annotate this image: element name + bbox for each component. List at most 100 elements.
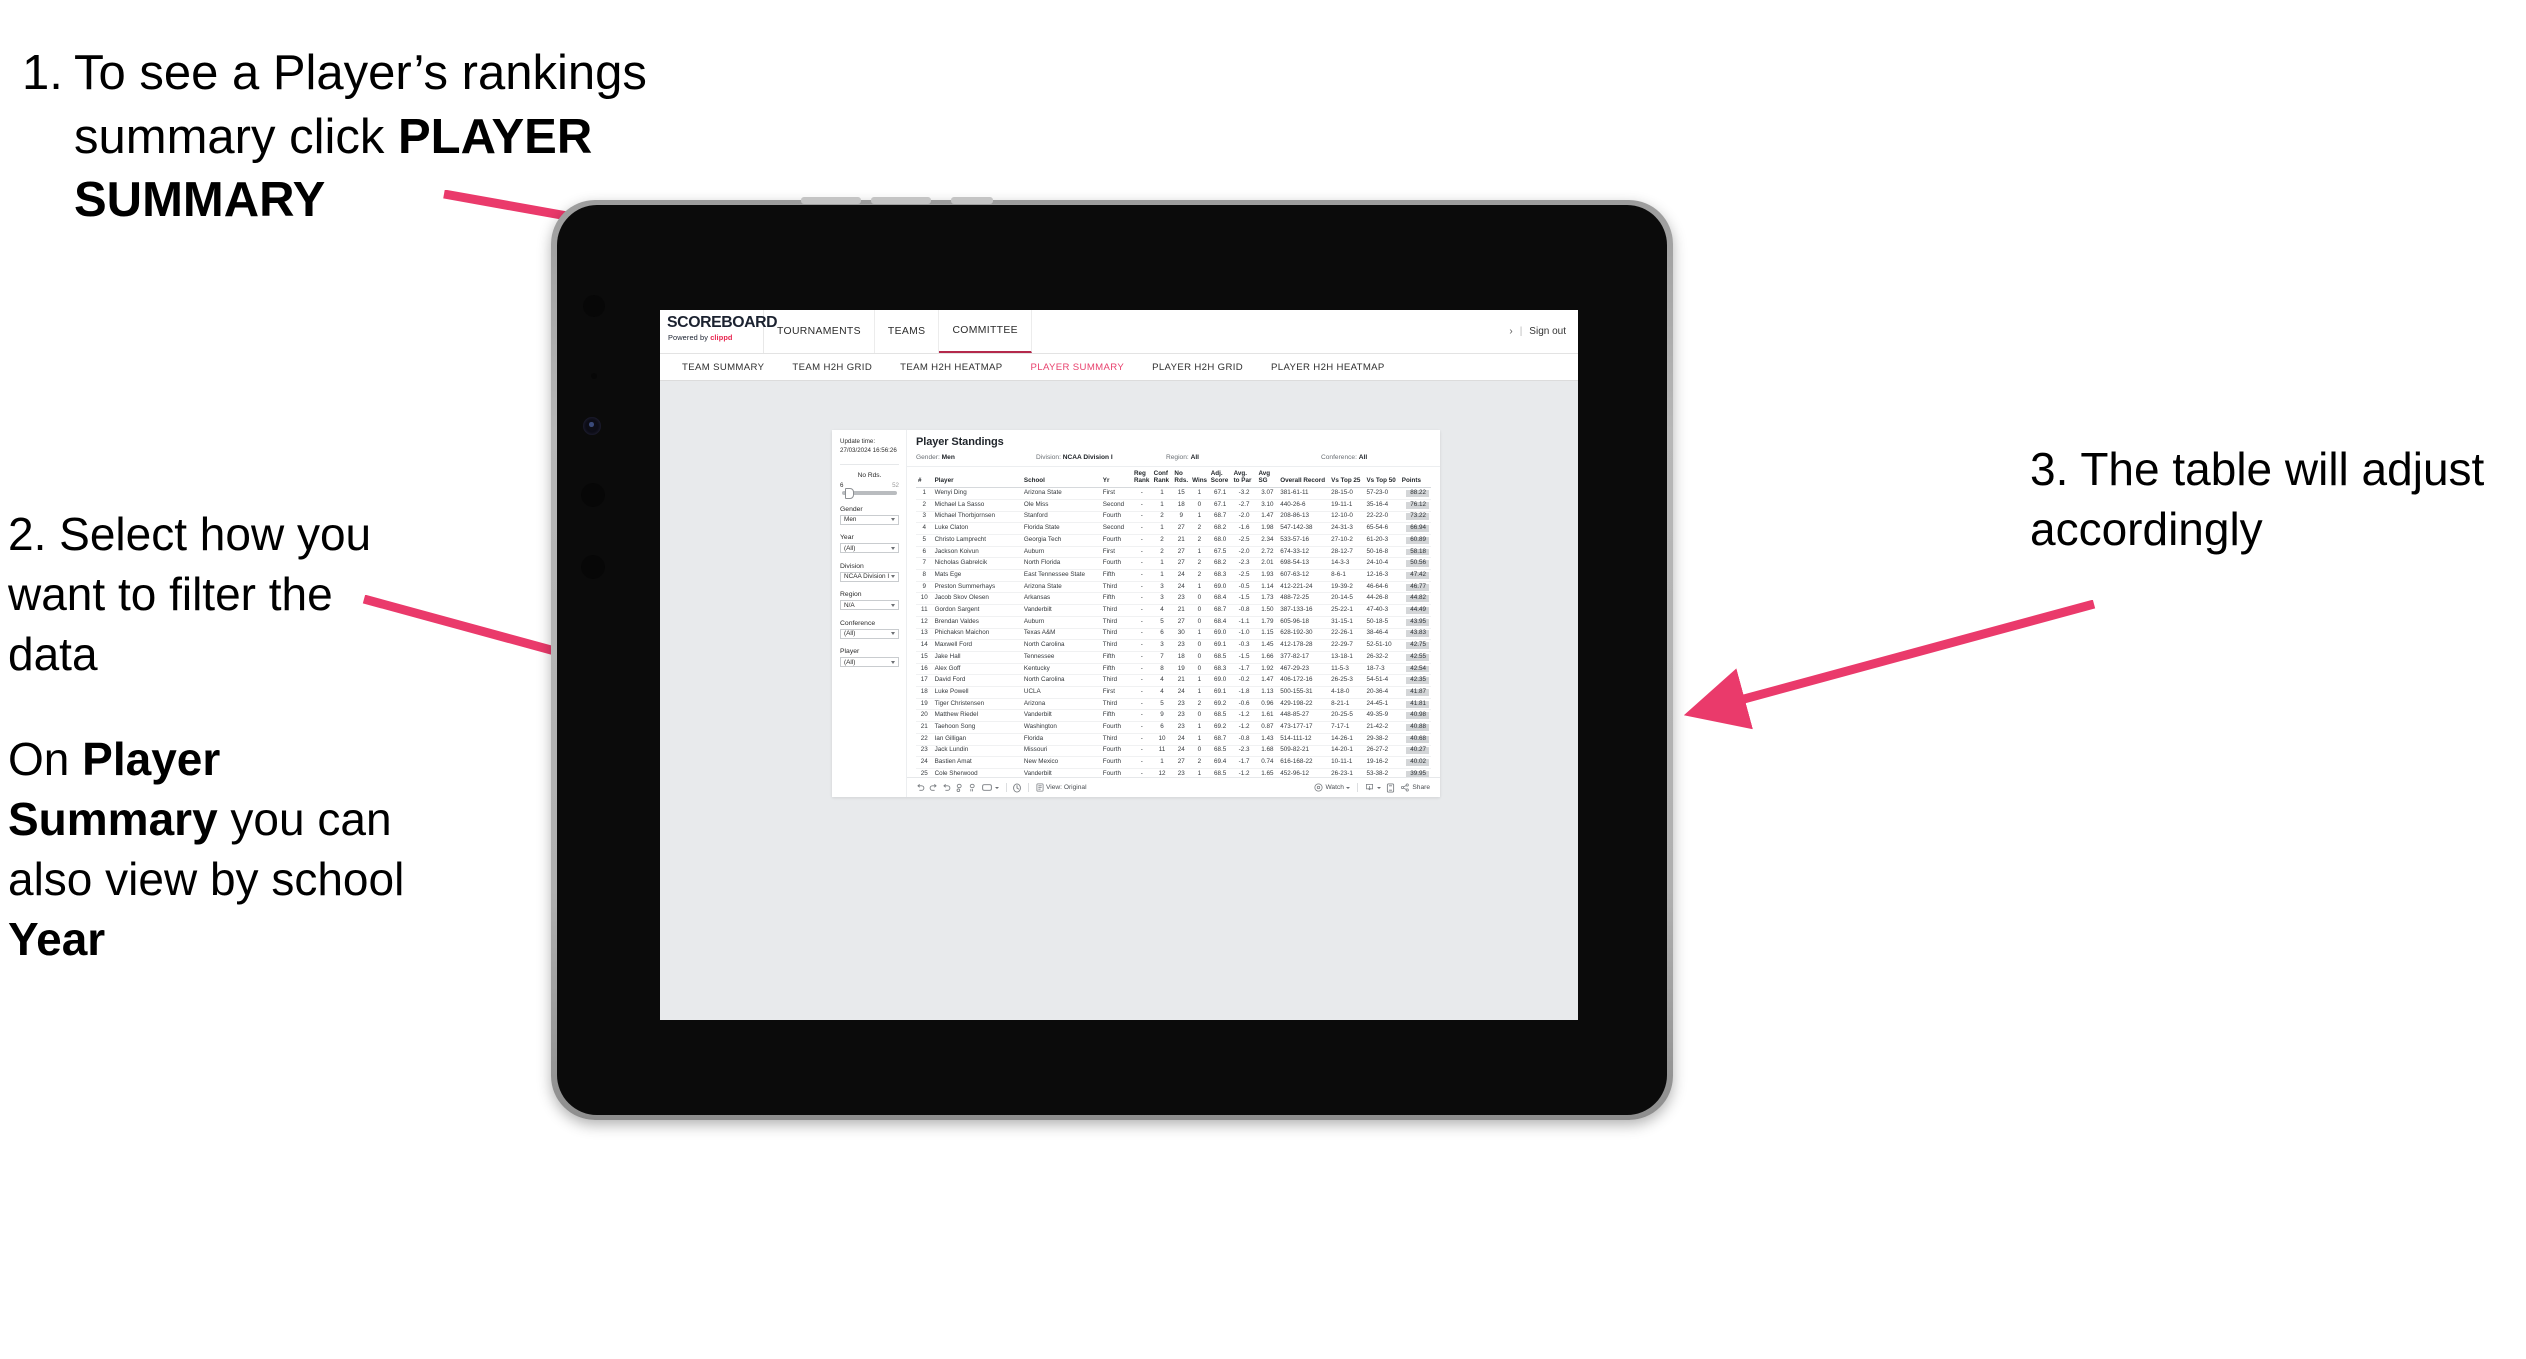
tab-player-h2h-heatmap[interactable]: PLAYER H2H HEATMAP — [1257, 362, 1399, 373]
cell-2: East Tennessee State — [1021, 569, 1101, 582]
table-row[interactable]: 13 Phichaksn Maichon Texas A&M Third -6 30 1 69… — [916, 628, 1431, 641]
filter-year[interactable]: Year (All) — [840, 534, 899, 554]
cell-5: 1 — [1151, 522, 1173, 535]
col-adj-score[interactable]: Adj. Score — [1208, 467, 1232, 489]
table-row[interactable]: 12 Brendan Valdes Auburn Third -5 27 0 68.4 -1.1… — [916, 616, 1431, 629]
table-row[interactable]: 3 Michael Thorbjornsen Stanford Fourth -2 9 1 6… — [916, 511, 1431, 524]
device-preview-dropdown[interactable] — [979, 784, 1002, 791]
table-row[interactable]: 4 Luke Claton Florida State Second -1 27 2 68.2… — [916, 522, 1431, 535]
pause-icon[interactable] — [966, 781, 979, 794]
table-row[interactable]: 5 Christo Lamprecht Georgia Tech Fourth -2 21… — [916, 534, 1431, 547]
full-screen-icon[interactable] — [1384, 781, 1397, 794]
no-rounds-slider-filter[interactable]: No Rds. 6 52 — [840, 472, 899, 500]
nav-item-teams[interactable]: TEAMS — [875, 310, 940, 353]
table-row[interactable]: 18 Luke Powell UCLA First -4 24 1 69.1 -1.8 1.13 5… — [916, 686, 1431, 699]
col-points[interactable]: Points — [1399, 467, 1431, 489]
no-rounds-slider-handle[interactable] — [845, 488, 855, 500]
table-row[interactable]: 8 Mats Ege East Tennessee State Fifth -1 24 2 6… — [916, 569, 1431, 582]
col-overall-record[interactable]: Overall Record — [1278, 467, 1330, 489]
revert-icon[interactable] — [940, 781, 953, 794]
share-button[interactable]: Share — [1397, 783, 1433, 792]
table-row[interactable]: 14 Maxwell Ford North Carolina Third -3 23 0 69… — [916, 639, 1431, 652]
table-row[interactable]: 6 Jackson Koivun Auburn First -2 27 1 67.5 -2.0 2… — [916, 546, 1431, 559]
table-row[interactable]: 11 Gordon Sargent Vanderbilt Third -4 21 0 68.7… — [916, 604, 1431, 617]
col-player[interactable]: Player — [932, 467, 1022, 489]
table-row[interactable]: 17 David Ford North Carolina Third -4 21 1 69.0… — [916, 674, 1431, 688]
table-row[interactable]: 25 Cole Sherwood Vanderbilt Fourth -12 23 1 68.… — [916, 768, 1431, 777]
sign-out-link[interactable]: Sign out — [1529, 326, 1566, 337]
account-chevron-icon[interactable]: › — [1509, 326, 1512, 337]
cell-1: Brendan Valdes — [932, 616, 1022, 629]
cell-2: Auburn — [1021, 616, 1101, 629]
table-row[interactable]: 15 Jake Hall Tennessee Fifth -7 18 0 68.5 -1.5 1.… — [916, 651, 1431, 664]
col-reg-rank[interactable]: Reg Rank — [1131, 467, 1152, 489]
watch-button[interactable]: Watch — [1311, 783, 1353, 792]
filter-year-dropdown[interactable]: (All) — [840, 543, 899, 554]
col-wins[interactable]: Wins — [1190, 467, 1209, 489]
cell-5: 3 — [1151, 592, 1173, 606]
table-row[interactable]: 16 Alex Goff Kentucky Fifth -8 19 0 68.3 -1.7 1.9… — [916, 663, 1431, 676]
tab-team-summary[interactable]: TEAM SUMMARY — [668, 362, 778, 373]
cell-1: Gordon Sargent — [932, 604, 1022, 617]
cell-points: 76.12 — [1399, 499, 1431, 512]
table-row[interactable]: 9 Preston Summerhays Arizona State Third -3 2… — [916, 581, 1431, 594]
col-school[interactable]: School — [1021, 467, 1101, 489]
tab-team-h2h-grid[interactable]: TEAM H2H GRID — [778, 362, 886, 373]
cell-1: Luke Powell — [932, 686, 1022, 699]
standings-table-scroll[interactable]: # Player School Yr Reg Rank Conf Rank No… — [907, 467, 1440, 777]
no-rounds-slider-track[interactable] — [842, 488, 897, 500]
tab-team-h2h-heatmap[interactable]: TEAM H2H HEATMAP — [886, 362, 1016, 373]
nav-item-tournaments[interactable]: TOURNAMENTS — [764, 310, 875, 353]
col-conf-rank[interactable]: Conf Rank — [1151, 467, 1173, 489]
points-value: 44.82 — [1406, 594, 1429, 603]
col-vs-top-50[interactable]: Vs Top 50 — [1364, 467, 1400, 489]
table-row[interactable]: 22 Ian Gilligan Florida Third -10 24 1 68.7 -0.8… — [916, 733, 1431, 746]
col-rank[interactable]: # — [916, 467, 933, 489]
cell-1: Jack Lundin — [932, 745, 1022, 758]
col-no-rds[interactable]: No Rds. — [1172, 467, 1191, 489]
filter-division[interactable]: Division NCAA Division I — [840, 563, 899, 582]
filter-conference[interactable]: Conference (All) — [840, 620, 899, 639]
cell-5: 1 — [1151, 756, 1173, 769]
filter-division-dropdown[interactable]: NCAA Division I — [840, 571, 899, 582]
filter-region-dropdown[interactable]: N/A — [840, 600, 899, 611]
filter-region[interactable]: Region N/A — [840, 591, 899, 611]
table-row[interactable]: 24 Bastien Amat New Mexico Fourth -1 27 2 69.4-… — [916, 756, 1431, 769]
nav-item-committee[interactable]: COMMITTEE — [939, 310, 1032, 353]
cell-1: Alex Goff — [932, 663, 1022, 676]
refresh-icon[interactable] — [953, 781, 966, 794]
filter-player[interactable]: Player (All) — [840, 648, 899, 668]
table-row[interactable]: 10 Jacob Skov Olesen Arkansas Fifth -3 23 0 68.… — [916, 592, 1431, 606]
filter-year-label: Year — [840, 534, 854, 542]
col-avg-to-par[interactable]: Avg. to Par — [1231, 467, 1257, 489]
undo-icon[interactable] — [914, 781, 927, 794]
table-row[interactable]: 19 Tiger Christensen Arizona Third -5 23 2 69.2… — [916, 698, 1431, 711]
table-row[interactable]: 21 Taehoon Song Washington Fourth -6 23 1 69.2-… — [916, 721, 1431, 734]
filter-gender[interactable]: Gender Men — [840, 506, 899, 525]
cell-9: -1.2 — [1231, 709, 1257, 723]
power-button — [951, 197, 993, 204]
tab-player-h2h-grid[interactable]: PLAYER H2H GRID — [1138, 362, 1257, 373]
redo-icon[interactable] — [927, 781, 940, 794]
col-avg-sg[interactable]: Avg SG — [1256, 467, 1279, 489]
tab-player-summary[interactable]: PLAYER SUMMARY — [1017, 362, 1139, 373]
table-row[interactable]: 20 Matthew Riedel Vanderbilt Fifth -9 23 0 68.5… — [916, 709, 1431, 723]
filter-player-dropdown[interactable]: (All) — [840, 657, 899, 668]
col-vs-top-25[interactable]: Vs Top 25 — [1329, 467, 1365, 489]
cell-12: 14-26-1 — [1329, 733, 1365, 746]
filter-gender-dropdown[interactable]: Men — [840, 514, 899, 525]
download-button[interactable] — [1362, 783, 1384, 792]
cell-points: 42.55 — [1399, 651, 1431, 664]
speaker-dot-bottom — [581, 555, 605, 579]
annotation-step-3: 3. The table will adjust accordingly — [2030, 440, 2526, 560]
reset-icon[interactable] — [1011, 781, 1024, 794]
page-title: Player Standings — [916, 436, 1004, 448]
table-row[interactable]: 1 Wenyi Ding Arizona State First -1 15 1 67.1 -3… — [916, 487, 1431, 500]
table-row[interactable]: 2 Michael La Sasso Ole Miss Second -1 18 0 67.1… — [916, 499, 1431, 512]
table-row[interactable]: 7 Nicholas Gabrelcik North Florida Fourth -1… — [916, 557, 1431, 571]
cell-3: Fifth — [1100, 663, 1132, 676]
view-original-button[interactable]: View: Original — [1033, 783, 1090, 792]
col-yr[interactable]: Yr — [1100, 467, 1132, 489]
table-row[interactable]: 23 Jack Lundin Missouri Fourth -11 24 0 68.5 -2.… — [916, 745, 1431, 758]
filter-conference-dropdown[interactable]: (All) — [840, 628, 899, 639]
